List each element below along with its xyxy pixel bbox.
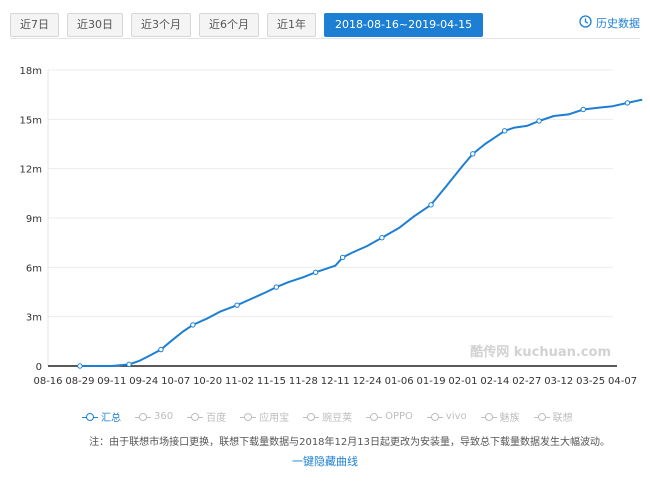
x-tick-label: 11-28 [289, 376, 318, 387]
x-tick-label: 01-06 [385, 376, 414, 387]
data-point [234, 302, 240, 308]
legend-label: 应用宝 [259, 413, 290, 424]
x-tick-label: 12-11 [321, 376, 350, 387]
legend-item-6[interactable]: vivo [426, 409, 467, 424]
y-tick-label: 12m [20, 165, 42, 176]
x-tick-label: 10-20 [193, 376, 222, 387]
legend-marker-icon [366, 412, 383, 422]
data-point [190, 322, 196, 328]
y-tick-label: 9m [26, 214, 42, 225]
series-line [79, 98, 643, 367]
watermark-text: 酷传网 kuchuan.com [470, 344, 611, 360]
legend-marker-icon [82, 412, 98, 422]
x-tick-label: 08-29 [65, 376, 94, 387]
legend-item-8[interactable]: 联想 [533, 409, 573, 424]
legend-item-7[interactable]: 魅族 [480, 409, 520, 424]
legend-label: OPPO [385, 411, 413, 422]
data-point [126, 361, 132, 368]
legend-label: 豌豆荚 [322, 413, 353, 424]
x-tick-label: 10-07 [161, 376, 190, 387]
y-tick-label: 3m [26, 313, 42, 324]
y-tick-label: 6m [26, 263, 42, 274]
downloads-line-chart: 0 3m 6m 9m 12m 15m 18m 08-16 08-29 09-11 09-24 10-0… [20, 66, 643, 387]
x-tick-label: 02-01 [448, 376, 477, 387]
legend-item-0[interactable]: 汇总 [82, 409, 121, 424]
x-tick-label: 04-07 [608, 376, 637, 387]
x-tick-label: 12-24 [353, 376, 382, 387]
hide-all-curves-link[interactable]: 一键隐藏曲线 [0, 453, 650, 469]
data-point [339, 254, 346, 261]
y-tick-label: 18m [20, 66, 42, 77]
data-point [77, 363, 83, 369]
x-tick-label: 09-11 [97, 376, 126, 387]
data-note: 注：由于联想市场接口更换，联想下载量数据与2018年12月13日起更改为安装量，… [89, 437, 610, 448]
legend-label: 360 [154, 411, 174, 422]
legend-label: 汇总 [101, 413, 121, 424]
legend-label: 联想 [552, 413, 573, 424]
data-point [428, 202, 434, 208]
x-tick-label: 08-16 [33, 376, 62, 387]
legend-label: 魅族 [499, 413, 520, 424]
x-tick-label: 09-24 [129, 376, 158, 387]
data-point [158, 346, 164, 353]
x-tick-label: 02-27 [512, 376, 541, 387]
x-tick-label: 03-25 [576, 376, 605, 387]
legend-item-1[interactable]: 360 [135, 409, 173, 424]
legend-item-2[interactable]: 百度 [187, 409, 226, 424]
legend-label: vivo [445, 411, 467, 422]
x-tick-label: 01-19 [417, 376, 446, 387]
data-point [379, 235, 385, 241]
legend-marker-icon [426, 412, 443, 422]
y-tick-label: 15m [20, 115, 42, 126]
legend-marker-icon [240, 412, 257, 422]
legend-label: 百度 [206, 413, 227, 424]
x-tick-label: 11-15 [257, 376, 286, 387]
legend-item-3[interactable]: 应用宝 [240, 409, 289, 424]
y-tick-label: 0 [36, 362, 42, 373]
x-tick-label: 03-12 [544, 376, 573, 387]
legend-item-5[interactable]: OPPO [366, 409, 413, 424]
data-point [536, 118, 542, 124]
legend-item-4[interactable]: 豌豆荚 [303, 409, 352, 424]
legend-marker-icon [187, 412, 204, 422]
x-tick-label: 02-14 [480, 376, 509, 387]
data-point [502, 128, 508, 134]
x-tick-label: 11-02 [225, 376, 254, 387]
data-point [580, 106, 586, 113]
legend-marker-icon [533, 412, 550, 422]
chart-legend: 汇总 360 百度 应用宝 豌豆荚 OPPO vivo 魅族 联想 [82, 409, 573, 424]
legend-marker-icon [135, 412, 151, 422]
data-point [624, 100, 631, 106]
data-point [273, 284, 280, 290]
data-point [312, 269, 319, 275]
legend-marker-icon [480, 412, 497, 422]
data-point [470, 151, 476, 157]
legend-marker-icon [303, 412, 320, 422]
